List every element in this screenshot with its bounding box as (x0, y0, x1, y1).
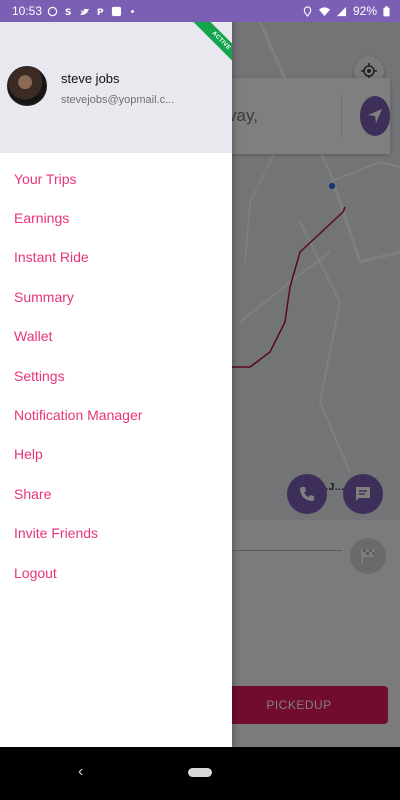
status-bar: 10:53 S P 92% (0, 0, 400, 22)
svg-text:P: P (97, 7, 104, 17)
app-icon (111, 6, 122, 16)
menu-item-summary[interactable]: Summary (0, 277, 232, 316)
system-navigation-bar: ‹ (0, 747, 400, 800)
avatar[interactable] (7, 66, 47, 106)
status-time: 10:53 (12, 4, 43, 18)
menu-item-invite-friends[interactable]: Invite Friends (0, 514, 232, 553)
drawer-menu: Your Trips Earnings Instant Ride Summary… (0, 159, 232, 592)
menu-item-settings[interactable]: Settings (0, 356, 232, 395)
back-chevron-icon[interactable]: ‹ (78, 763, 83, 781)
skype-icon: S (65, 7, 72, 17)
battery-icon (383, 5, 390, 16)
menu-item-share[interactable]: Share (0, 474, 232, 513)
location-icon (303, 5, 312, 17)
menu-item-wallet[interactable]: Wallet (0, 317, 232, 356)
twitter-icon (79, 8, 90, 15)
home-pill-button[interactable] (188, 768, 212, 777)
menu-item-your-trips[interactable]: Your Trips (0, 159, 232, 198)
whatsapp-icon (47, 6, 58, 16)
user-email: stevejobs@yopmail.c... (61, 94, 175, 106)
wifi-icon (318, 6, 330, 16)
dot-icon (131, 9, 134, 13)
signal-icon (336, 6, 347, 16)
svg-text:S: S (65, 7, 72, 17)
menu-item-instant-ride[interactable]: Instant Ride (0, 238, 232, 277)
battery-percent: 92% (352, 4, 377, 18)
menu-item-notification-manager[interactable]: Notification Manager (0, 395, 232, 434)
menu-item-earnings[interactable]: Earnings (0, 198, 232, 237)
paypal-icon: P (97, 7, 104, 17)
menu-item-help[interactable]: Help (0, 435, 232, 474)
navigation-drawer: ACTIVE steve jobs stevejobs@yopmail.c...… (0, 22, 232, 747)
user-name: steve jobs (61, 71, 120, 86)
menu-item-logout[interactable]: Logout (0, 553, 232, 592)
active-status-ribbon: ACTIVE (184, 22, 232, 78)
drawer-header: ACTIVE steve jobs stevejobs@yopmail.c... (0, 22, 232, 153)
